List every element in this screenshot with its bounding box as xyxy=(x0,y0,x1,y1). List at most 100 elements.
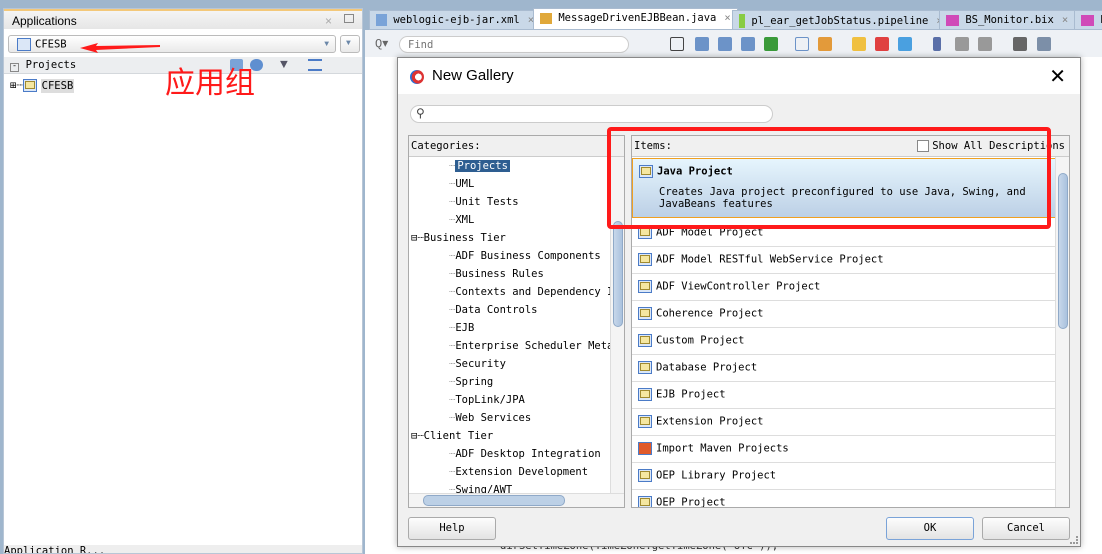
help-button[interactable]: Help xyxy=(408,517,496,540)
resize-grip[interactable] xyxy=(1070,536,1078,544)
tab-pipeline[interactable]: pl_ear_getJobStatus.pipeline× xyxy=(732,10,950,30)
category-item[interactable]: ⊟┈Business Tier xyxy=(411,230,506,246)
category-label: Enterprise Scheduler Metads xyxy=(455,340,625,352)
chevron-down-icon: ▼ xyxy=(346,39,351,48)
shift-right-icon[interactable] xyxy=(741,37,755,51)
close-icon[interactable]: × xyxy=(724,12,730,24)
gallery-item[interactable]: Java Project Creates Java project preconf… xyxy=(632,158,1056,218)
cancel-button[interactable]: Cancel xyxy=(982,517,1070,540)
clean-icon[interactable] xyxy=(1037,37,1051,51)
item-label: Database Project xyxy=(656,361,758,374)
items-vscrollbar[interactable] xyxy=(1055,157,1069,507)
show-all-descriptions-checkbox[interactable]: Show All Descriptions xyxy=(917,140,1065,152)
filter-icon[interactable]: ▼ xyxy=(280,57,288,72)
tab-overflow[interactable]: B xyxy=(1074,10,1102,30)
category-item[interactable]: ┈ Projects xyxy=(449,158,510,174)
find-input[interactable] xyxy=(399,36,629,53)
tab-weblogic-ejb-jar[interactable]: weblogic-ejb-jar.xml × xyxy=(369,10,542,30)
item-label: Custom Project xyxy=(656,334,745,347)
gallery-item[interactable]: Import Maven Projects xyxy=(632,436,1056,463)
categories-vscrollbar[interactable] xyxy=(610,157,624,493)
uncomment-icon[interactable] xyxy=(818,37,832,51)
category-item[interactable]: ┈Business Rules xyxy=(449,266,544,282)
gallery-item[interactable]: Extension Project xyxy=(632,409,1056,436)
project-icon xyxy=(638,307,652,320)
tab-bs-monitor[interactable]: BS_Monitor.bix × xyxy=(939,10,1076,30)
category-item[interactable]: ┈Spring xyxy=(449,374,493,390)
category-item[interactable]: ┈ADF Desktop Integration xyxy=(449,446,601,462)
collapse-icon[interactable]: ⊟┈ xyxy=(411,430,424,442)
minimize-icon[interactable] xyxy=(344,14,354,23)
expand-icon[interactable]: ⊞ xyxy=(10,80,16,92)
java-bean-icon xyxy=(540,12,552,24)
application-selector[interactable]: CFESB ▼ xyxy=(8,35,336,53)
gallery-item[interactable]: OEP Project xyxy=(632,490,1056,507)
close-icon[interactable]: × xyxy=(325,14,332,28)
gallery-search-input[interactable]: ⚲ xyxy=(410,105,773,123)
category-item[interactable]: ⊟┈Client Tier xyxy=(411,428,493,444)
highlight-icon[interactable] xyxy=(852,37,866,51)
gallery-item[interactable]: EJB Project xyxy=(632,382,1056,409)
gallery-item[interactable]: Database Project xyxy=(632,355,1056,382)
category-item[interactable]: ┈Enterprise Scheduler Metads xyxy=(449,338,625,354)
brace-match-icon[interactable] xyxy=(670,37,684,51)
scroll-thumb[interactable] xyxy=(1058,173,1068,329)
close-icon[interactable]: ✕ xyxy=(1049,64,1066,88)
gallery-item[interactable]: ADF Model Project xyxy=(632,220,1056,247)
scroll-thumb[interactable] xyxy=(423,495,565,506)
category-item[interactable]: ┈EJB xyxy=(449,320,474,336)
category-item[interactable]: ┈Contexts and Dependency Inj xyxy=(449,284,624,300)
category-item[interactable]: ┈Unit Tests xyxy=(449,194,519,210)
gallery-item[interactable]: Custom Project xyxy=(632,328,1056,355)
bookmark-icon[interactable] xyxy=(933,37,941,51)
dialog-title: New Gallery xyxy=(432,67,514,84)
gallery-item[interactable]: OEP Library Project xyxy=(632,463,1056,490)
tab-messagedrivenejbbean[interactable]: MessageDrivenEJBBean.java × xyxy=(533,8,738,30)
format-icon[interactable] xyxy=(764,37,778,51)
ok-button[interactable]: OK xyxy=(886,517,974,540)
gallery-item[interactable]: Coherence Project xyxy=(632,301,1056,328)
bottom-panel-header: Application R... xyxy=(4,545,362,553)
category-item[interactable]: ┈Web Services xyxy=(449,410,531,426)
list-icon[interactable] xyxy=(1013,37,1027,51)
working-sets-icon[interactable] xyxy=(308,59,322,71)
close-icon[interactable]: × xyxy=(1062,14,1068,26)
pipeline-icon xyxy=(739,14,745,28)
tree-item-cfesb[interactable]: CFESB xyxy=(40,78,75,93)
item-label: Extension Project xyxy=(656,415,764,428)
previous-bookmark-icon[interactable] xyxy=(978,37,992,51)
shift-left-icon[interactable] xyxy=(718,37,732,51)
item-label: EJB Project xyxy=(656,388,726,401)
maven-icon xyxy=(638,442,652,455)
items-pane: Items: Show All Descriptions Java Project… xyxy=(631,135,1070,508)
collapse-icon[interactable]: ⊟┈ xyxy=(411,232,424,244)
category-item[interactable]: ┈TopLink/JPA xyxy=(449,392,525,408)
gallery-item[interactable]: ADF ViewController Project xyxy=(632,274,1056,301)
category-label: EJB xyxy=(455,322,475,334)
comment-icon[interactable] xyxy=(795,37,809,51)
checkbox-icon[interactable] xyxy=(917,140,930,152)
category-item[interactable]: ┈UML xyxy=(449,176,474,192)
category-item[interactable]: ┈ADF Business Components xyxy=(449,248,601,264)
categories-pane: Categories: ┈ Projects ┈UML ┈Unit Tests ┈XML… xyxy=(408,135,625,508)
gallery-item[interactable]: ADF Model RESTful WebService Project xyxy=(632,247,1056,274)
category-label: Client Tier xyxy=(423,430,494,442)
category-label: XML xyxy=(455,214,475,226)
clear-highlight-icon[interactable] xyxy=(875,37,889,51)
category-label: Data Controls xyxy=(455,304,538,316)
category-item[interactable]: ┈Extension Development xyxy=(449,464,588,480)
categories-hscrollbar[interactable] xyxy=(409,493,624,507)
sync-icon[interactable] xyxy=(898,37,912,51)
category-item[interactable]: ┈Security xyxy=(449,356,506,372)
collapse-icon[interactable]: - xyxy=(10,63,19,72)
app-menu-button[interactable]: ▼ xyxy=(340,35,360,53)
business-service-icon xyxy=(1081,14,1094,26)
category-item[interactable]: ┈XML xyxy=(449,212,474,228)
next-bookmark-icon[interactable] xyxy=(955,37,969,51)
category-item[interactable]: ┈Data Controls xyxy=(449,302,538,318)
toggle-line-numbers-icon[interactable] xyxy=(695,37,709,51)
category-label: ADF Business Components xyxy=(455,250,601,262)
scroll-thumb[interactable] xyxy=(613,221,623,327)
search-icon[interactable]: Q▾ xyxy=(375,36,388,51)
app-selector-value: CFESB xyxy=(35,38,67,51)
